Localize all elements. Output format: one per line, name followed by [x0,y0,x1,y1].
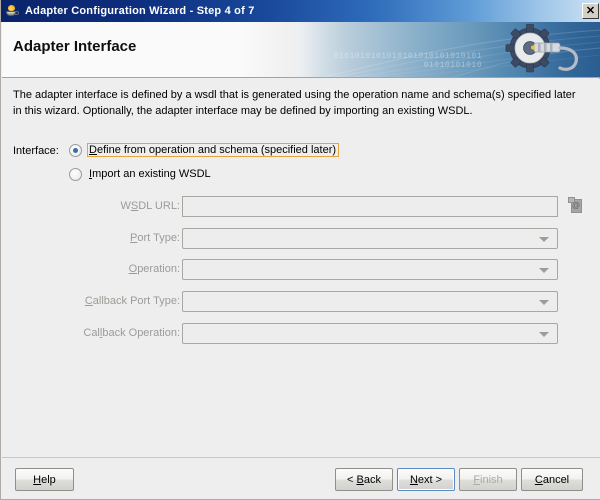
wizard-dialog: Adapter Configuration Wizard - Step 4 of… [0,0,600,500]
label-operation: Operation: [128,263,180,275]
window-title: Adapter Configuration Wizard - Step 4 of… [25,5,255,17]
radio-import-existing-wsdl[interactable]: Import an existing WSDL [69,167,214,181]
label-port-type: Port Type: [130,232,180,244]
select-operation[interactable] [182,259,558,280]
label-wsdl-url: WSDL URL: [120,200,180,212]
wizard-banner: 0101010101010101010101010101 01010101010 [2,22,600,78]
finish-button: Finish [459,468,517,491]
field-row-wsdl-url: WSDL URL: @ [1,196,599,218]
radio-import-mark[interactable] [69,167,82,181]
close-button[interactable]: ✕ [582,3,599,19]
radio-import-label: Import an existing WSDL [89,168,211,180]
description-text: The adapter interface is defined by a ws… [13,89,576,117]
chevron-down-icon [539,237,549,242]
dialog-button-bar: Help < Back Next > Finish Cancel [2,457,600,499]
help-button[interactable]: Help [15,468,74,491]
field-row-operation: Operation: [1,259,599,281]
title-bar: Adapter Configuration Wizard - Step 4 of… [1,0,600,22]
radio-define-mark[interactable] [69,143,82,157]
chevron-down-icon [539,268,549,273]
gear-wrench-icon [505,24,578,73]
select-callback-operation[interactable] [182,323,558,344]
input-wsdl-url[interactable] [182,196,558,217]
label-callback-operation: Callback Operation: [83,327,180,339]
close-icon: ✕ [585,5,596,17]
interface-label: Interface: [13,145,59,157]
banner-binary-text: 0101010101010101010101010101 01010101010 [333,52,482,70]
next-button[interactable]: Next > [397,468,455,491]
banner-title: Adapter Interface [13,38,137,55]
label-callback-port-type: Callback Port Type: [84,295,180,307]
back-button[interactable]: < Back [335,468,393,491]
chevron-down-icon [539,332,549,337]
cancel-button[interactable]: Cancel [521,468,583,491]
chevron-down-icon [539,300,549,305]
radio-define-from-operation[interactable]: Define from operation and schema (specif… [69,143,340,157]
field-row-callback-operation: Callback Operation: [1,323,599,345]
select-port-type[interactable] [182,228,558,249]
browse-wsdl-button[interactable]: @ [566,196,587,217]
field-row-port-type: Port Type: [1,228,599,250]
field-row-callback-port-type: Callback Port Type: [1,291,599,313]
java-coffee-cup-icon [4,3,20,19]
radio-define-label: Define from operation and schema (specif… [87,143,340,157]
select-callback-port-type[interactable] [182,291,558,312]
at-sign-icon: @ [572,201,581,210]
